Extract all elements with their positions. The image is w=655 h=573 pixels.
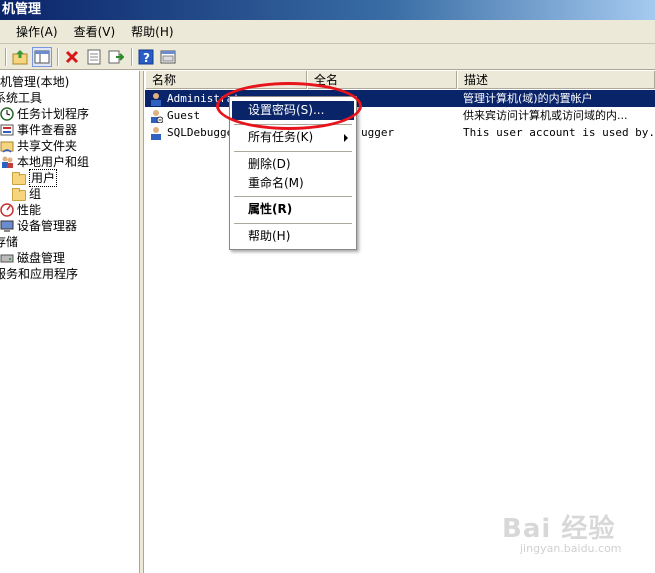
- toolbar-separator: [5, 47, 7, 66]
- users-icon: [0, 155, 14, 169]
- console-icon[interactable]: [158, 47, 178, 67]
- tree-item-label: 任务计划程序: [17, 107, 90, 121]
- pane-splitter[interactable]: [140, 71, 144, 573]
- cell-description: 供来宾访问计算机或访问域的内...: [463, 109, 628, 122]
- table-row[interactable]: SQLDebugger ugger This user account is u…: [145, 124, 655, 141]
- tree-item-local-users-groups[interactable]: 本地用户和组: [0, 154, 89, 170]
- clock-icon: [0, 107, 14, 121]
- tree-item-label: 系统工具: [0, 91, 43, 105]
- user-icon: [149, 92, 163, 106]
- user-disabled-icon: [149, 109, 164, 124]
- tree-item-event-viewer[interactable]: 事件查看器: [0, 122, 77, 138]
- menu-item-properties[interactable]: 属性(R): [232, 200, 354, 219]
- menu-item-label: 所有任务(K): [248, 130, 314, 144]
- tree-item-label: 共享文件夹: [17, 139, 78, 153]
- tree-item-computer-management[interactable]: 机管理(本地): [0, 74, 69, 90]
- column-header-description[interactable]: 描述: [457, 71, 655, 89]
- toolbar: ?: [0, 44, 655, 70]
- cell-description: This user account is used by...: [463, 126, 653, 139]
- shared-folder-icon: [0, 139, 14, 153]
- watermark-url: jingyan.baidu.com: [520, 542, 622, 555]
- folder-icon: [12, 187, 26, 201]
- menu-separator: [234, 196, 352, 197]
- tree-item-label: 机管理(本地): [0, 75, 70, 89]
- toolbar-separator: [131, 47, 133, 66]
- tree-item-disk-management[interactable]: 磁盘管理: [0, 250, 65, 266]
- tree-item-task-scheduler[interactable]: 任务计划程序: [0, 106, 89, 122]
- disk-icon: [0, 251, 14, 265]
- tree-item-groups[interactable]: 组: [12, 186, 41, 202]
- tree-item-shared-folders[interactable]: 共享文件夹: [0, 138, 77, 154]
- tree-item-performance[interactable]: 性能: [0, 202, 41, 218]
- cell-description: 管理计算机(域)的内置帐户: [463, 92, 593, 105]
- tree-item-label: 用户: [29, 169, 58, 187]
- tree-item-label: 事件查看器: [17, 123, 78, 137]
- menu-action[interactable]: 操作(A): [16, 23, 58, 40]
- device-manager-icon: [0, 219, 14, 233]
- tree-item-label: 性能: [17, 203, 42, 217]
- tree-item-label: 本地用户和组: [17, 155, 90, 169]
- tree-item-label: 服务和应用程序: [0, 267, 79, 281]
- console-tree: 机管理(本地) 系统工具 任务计划程序 事件查看器 共享文件夹 本地用户和组 用…: [0, 71, 140, 573]
- tree-item-users[interactable]: 用户: [12, 169, 58, 187]
- tree-item-system-tools[interactable]: 系统工具: [0, 90, 42, 106]
- menu-help[interactable]: 帮助(H): [131, 23, 173, 40]
- delete-icon[interactable]: [62, 47, 82, 67]
- tree-item-storage[interactable]: 存储: [0, 234, 18, 250]
- menu-item-all-tasks[interactable]: 所有任务(K): [232, 128, 354, 147]
- user-icon: [149, 126, 163, 140]
- menu-item-help[interactable]: 帮助(H): [232, 227, 354, 246]
- cell-fullname: ugger: [361, 126, 395, 139]
- column-headers: 名称 全名 描述: [145, 71, 655, 89]
- menu-bar: 操作(A) 查看(V) 帮助(H): [0, 20, 655, 44]
- tree-item-label: 组: [29, 187, 42, 201]
- menu-separator: [234, 223, 352, 224]
- tree-item-label: 存储: [0, 235, 19, 249]
- window-title: 机管理: [0, 0, 655, 20]
- performance-icon: [0, 203, 14, 217]
- up-folder-icon[interactable]: [10, 47, 30, 67]
- svg-text:?: ?: [143, 51, 150, 65]
- tree-item-services-apps[interactable]: 服务和应用程序: [0, 266, 78, 282]
- submenu-arrow-icon: [344, 134, 348, 142]
- tree-item-label: 磁盘管理: [17, 251, 66, 265]
- tree-item-device-manager[interactable]: 设备管理器: [0, 218, 77, 234]
- event-viewer-icon: [0, 123, 14, 137]
- properties-icon[interactable]: [84, 47, 104, 67]
- tree-item-label: 设备管理器: [17, 219, 78, 233]
- menu-separator: [234, 151, 352, 152]
- menu-view[interactable]: 查看(V): [74, 23, 116, 40]
- watermark-logo: Bai 经验: [502, 514, 616, 544]
- folder-icon: [12, 171, 26, 185]
- menu-item-rename[interactable]: 重命名(M): [232, 174, 354, 193]
- help-icon[interactable]: ?: [136, 47, 156, 67]
- menu-item-delete[interactable]: 删除(D): [232, 155, 354, 174]
- highlight-ring: [216, 82, 362, 130]
- user-list: 名称 全名 描述 Administrator 管理计算机(域)的内置帐户 Gue…: [145, 71, 655, 573]
- export-icon[interactable]: [106, 47, 126, 67]
- show-hide-tree-icon[interactable]: [32, 46, 52, 67]
- toolbar-separator: [57, 47, 59, 66]
